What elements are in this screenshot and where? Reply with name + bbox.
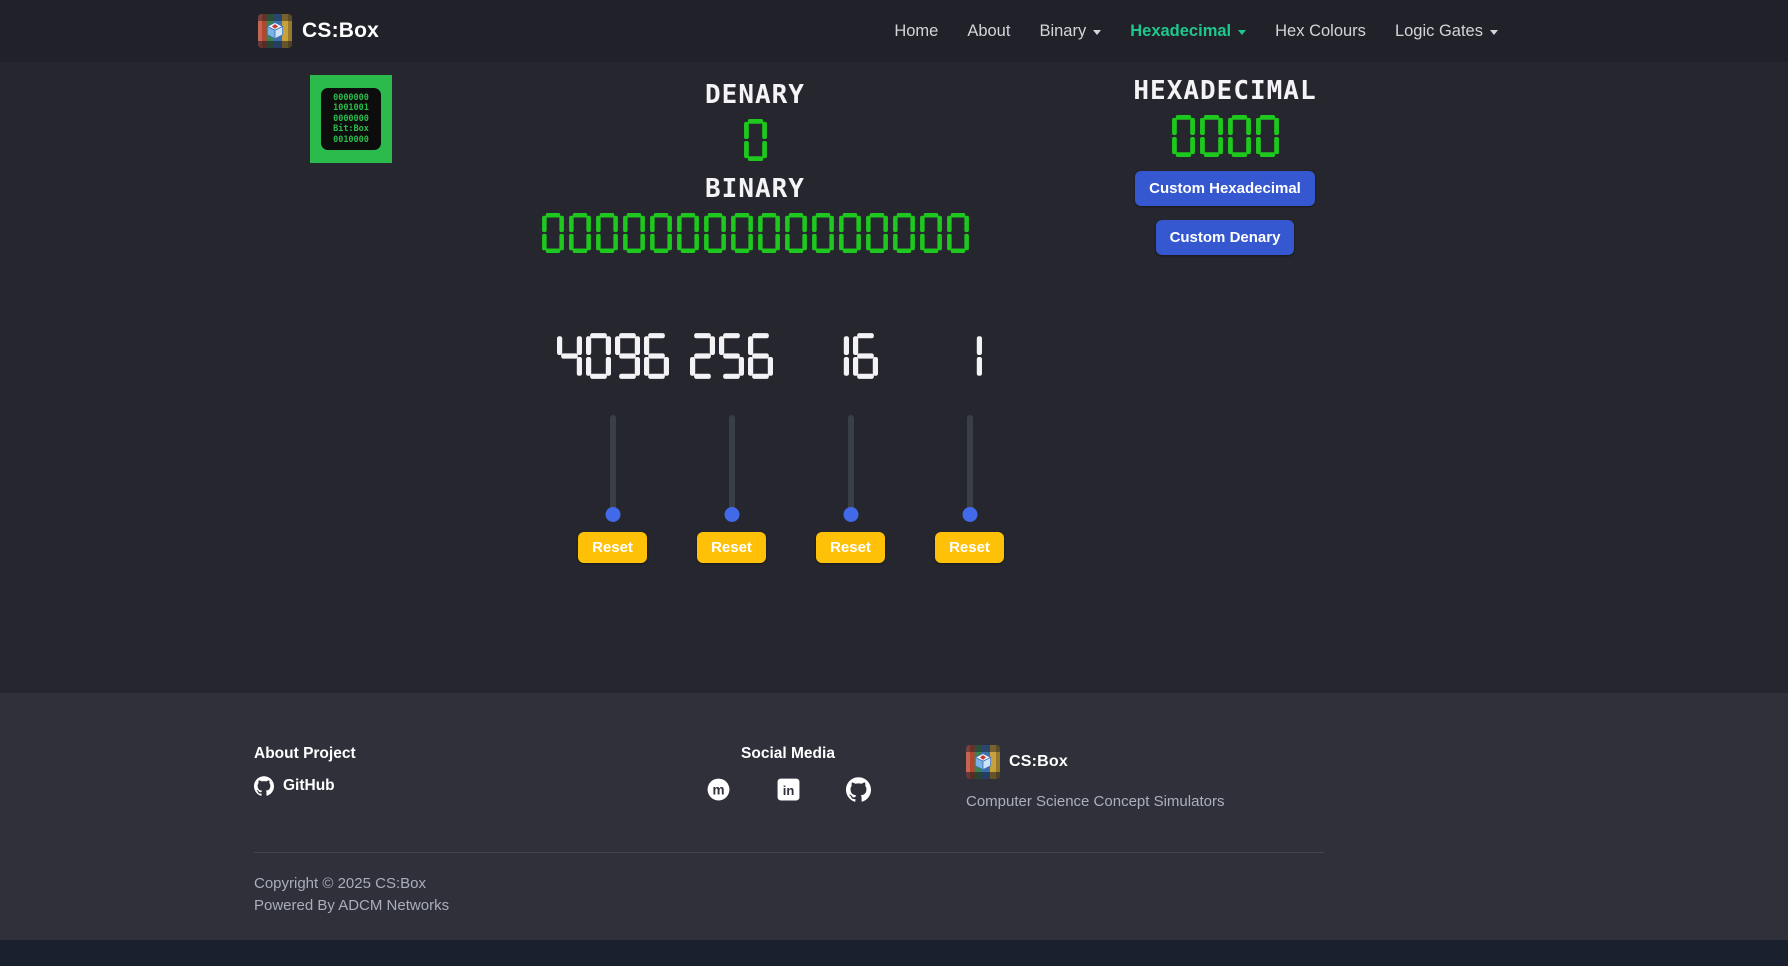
hexadecimal-simulator: 0000000 1001001 0000000 Bit:Box 0010000 …	[0, 62, 1788, 693]
svg-text:m: m	[712, 782, 724, 797]
svg-text:in: in	[782, 783, 794, 798]
nav-items: Home About Binary Hexadecimal Hex Colour…	[894, 22, 1498, 41]
slider-handle-256[interactable]	[724, 507, 739, 522]
hexadecimal-display	[1115, 115, 1335, 157]
slider-track-4096[interactable]	[610, 415, 616, 515]
denary-title: DENARY	[425, 79, 1085, 111]
slider-track-256[interactable]	[729, 415, 735, 515]
slider-column-256: Reset	[672, 333, 791, 563]
brand-title: CS:Box	[302, 19, 379, 43]
hex-digit-sliders: Reset Reset Reset Reset	[553, 333, 1788, 563]
bitbox-image: 0000000 1001001 0000000 Bit:Box 0010000	[310, 75, 392, 163]
reset-button-4096[interactable]: Reset	[578, 532, 647, 563]
adcm-networks-link[interactable]: ADCM Networks	[338, 897, 449, 914]
place-value-16	[824, 333, 878, 379]
slider-handle-16[interactable]	[843, 507, 858, 522]
slider-handle-1[interactable]	[962, 507, 977, 522]
nav-item-logic-gates[interactable]: Logic Gates	[1395, 22, 1498, 41]
footer-brand-column: CS:Box Computer Science Concept Simulato…	[966, 745, 1322, 810]
mastodon-link[interactable]: m	[706, 777, 731, 802]
place-value-4096	[557, 333, 669, 379]
github-social-link[interactable]	[846, 777, 871, 802]
reset-button-16[interactable]: Reset	[816, 532, 885, 563]
chevron-down-icon	[1490, 30, 1498, 35]
github-icon	[254, 776, 274, 796]
mastodon-icon: m	[706, 777, 731, 802]
csbox-logo-icon	[258, 14, 292, 48]
chevron-down-icon	[1093, 30, 1101, 35]
place-value-1	[957, 333, 982, 379]
reset-button-1[interactable]: Reset	[935, 532, 1004, 563]
footer-about-column: About Project GitHub	[254, 745, 610, 810]
slider-track-16[interactable]	[848, 415, 854, 515]
footer-tagline: Computer Science Concept Simulators	[966, 793, 1322, 810]
page-background-strip	[0, 940, 1788, 966]
binary-title: BINARY	[425, 173, 1085, 205]
navbar: CS:Box Home About Binary Hexadecimal Hex…	[0, 0, 1788, 62]
slider-column-4096: Reset	[553, 333, 672, 563]
footer-brand-name: CS:Box	[1009, 753, 1068, 771]
csbox-logo-icon	[966, 745, 1000, 779]
custom-hexadecimal-button[interactable]: Custom Hexadecimal	[1135, 171, 1315, 206]
nav-item-hex-colours[interactable]: Hex Colours	[1275, 22, 1366, 41]
place-value-256	[690, 333, 773, 379]
social-media-heading: Social Media	[610, 745, 966, 763]
github-icon	[846, 777, 871, 802]
github-link[interactable]: GitHub	[254, 776, 335, 796]
footer-social-column: Social Media m in	[610, 745, 966, 810]
slider-column-1: Reset	[910, 333, 1029, 563]
denary-display	[425, 119, 1085, 161]
nav-item-home[interactable]: Home	[894, 22, 938, 41]
nav-item-hexadecimal[interactable]: Hexadecimal	[1130, 22, 1246, 41]
about-project-heading: About Project	[254, 745, 610, 763]
linkedin-link[interactable]: in	[776, 777, 801, 802]
linkedin-icon: in	[776, 777, 801, 802]
custom-denary-button[interactable]: Custom Denary	[1156, 220, 1295, 255]
copyright-text: Copyright © 2025 CS:Box	[254, 873, 1788, 895]
slider-track-1[interactable]	[967, 415, 973, 515]
slider-handle-4096[interactable]	[605, 507, 620, 522]
chevron-down-icon	[1238, 30, 1246, 35]
powered-by-text: Powered By ADCM Networks	[254, 895, 1788, 917]
nav-item-binary[interactable]: Binary	[1039, 22, 1101, 41]
footer: About Project GitHub Social Media m	[0, 693, 1788, 940]
nav-item-about[interactable]: About	[967, 22, 1010, 41]
footer-divider	[254, 852, 1324, 853]
reset-button-256[interactable]: Reset	[697, 532, 766, 563]
hexadecimal-title: HEXADECIMAL	[1115, 75, 1335, 107]
binary-display	[425, 213, 1085, 253]
brand-link[interactable]: CS:Box	[258, 14, 379, 48]
slider-column-16: Reset	[791, 333, 910, 563]
